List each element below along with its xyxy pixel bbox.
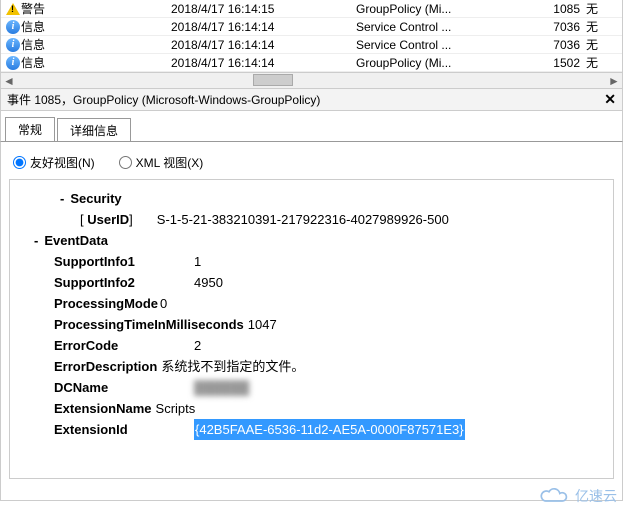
col-date: 2018/4/17 16:14:15 — [171, 2, 356, 16]
extensionid-label: ExtensionId — [54, 419, 194, 440]
col-level: 信息 — [21, 36, 171, 53]
event-list[interactable]: 警告 2018/4/17 16:14:15 GroupPolicy (Mi...… — [0, 0, 623, 73]
errordescription-label: ErrorDescription — [54, 356, 157, 377]
col-task: 无 — [586, 54, 616, 71]
supportinfo2-label: SupportInfo2 — [54, 272, 194, 293]
view-mode-radios: 友好视图(N) XML 视图(X) — [13, 154, 610, 171]
horizontal-scrollbar[interactable]: ◄ ► — [0, 73, 623, 89]
radio-friendly-input[interactable] — [13, 156, 26, 169]
dcname-label: DCName — [54, 377, 194, 398]
processingmode-label: ProcessingMode — [54, 293, 158, 314]
detail-title: 事件 1085，GroupPolicy (Microsoft-Windows-G… — [7, 91, 604, 108]
col-eventid: 1085 — [546, 2, 586, 16]
scroll-track[interactable] — [17, 73, 606, 88]
event-row[interactable]: 警告 2018/4/17 16:14:15 GroupPolicy (Mi...… — [1, 0, 622, 18]
tab-general[interactable]: 常规 — [5, 117, 55, 141]
close-button[interactable]: ✕ — [604, 91, 616, 108]
col-source: GroupPolicy (Mi... — [356, 56, 546, 70]
collapse-icon[interactable]: - — [34, 230, 38, 251]
col-eventid: 1502 — [546, 56, 586, 70]
event-row[interactable]: i 信息 2018/4/17 16:14:14 GroupPolicy (Mi.… — [1, 54, 622, 72]
col-date: 2018/4/17 16:14:14 — [171, 20, 356, 34]
col-task: 无 — [586, 36, 616, 53]
info-icon: i — [5, 56, 21, 70]
errorcode-label: ErrorCode — [54, 335, 194, 356]
col-source: Service Control ... — [356, 38, 546, 52]
col-level: 信息 — [21, 18, 171, 35]
supportinfo1-label: SupportInfo1 — [54, 251, 194, 272]
extensionname-value: Scripts — [156, 398, 196, 419]
detail-body: 友好视图(N) XML 视图(X) - Security [ UserID] S… — [0, 141, 623, 501]
detail-header: 事件 1085，GroupPolicy (Microsoft-Windows-G… — [0, 89, 623, 111]
radio-xml-label: XML 视图(X) — [136, 154, 204, 171]
scroll-thumb[interactable] — [253, 74, 293, 86]
supportinfo1-value: 1 — [194, 251, 201, 272]
event-row[interactable]: i 信息 2018/4/17 16:14:14 Service Control … — [1, 18, 622, 36]
event-row[interactable]: i 信息 2018/4/17 16:14:14 Service Control … — [1, 36, 622, 54]
col-source: GroupPolicy (Mi... — [356, 2, 546, 16]
tab-strip: 常规 详细信息 — [0, 111, 623, 141]
col-date: 2018/4/17 16:14:14 — [171, 38, 356, 52]
warning-icon — [5, 3, 21, 15]
col-eventid: 7036 — [546, 20, 586, 34]
extensionid-value[interactable]: {42B5FAAE-6536-11d2-AE5A-0000F87571E3} — [194, 419, 465, 440]
col-level: 信息 — [21, 54, 171, 71]
col-eventid: 7036 — [546, 38, 586, 52]
radio-xml-input[interactable] — [119, 156, 132, 169]
extensionname-label: ExtensionName — [54, 398, 152, 419]
info-icon: i — [5, 20, 21, 34]
col-level: 警告 — [21, 0, 171, 17]
col-task: 无 — [586, 0, 616, 17]
scroll-left-icon[interactable]: ◄ — [1, 74, 17, 88]
errorcode-value: 2 — [194, 335, 201, 356]
scroll-right-icon[interactable]: ► — [606, 74, 622, 88]
dcname-value: ██████ — [194, 377, 249, 398]
tab-details[interactable]: 详细信息 — [57, 118, 131, 142]
processingtime-value: 1047 — [248, 314, 277, 335]
errordescription-value: 系统找不到指定的文件。 — [161, 356, 304, 377]
info-icon: i — [5, 38, 21, 52]
radio-xml-view[interactable]: XML 视图(X) — [119, 154, 204, 171]
processingtime-label: ProcessingTimeInMilliseconds — [54, 314, 244, 335]
radio-friendly-label: 友好视图(N) — [30, 154, 95, 171]
processingmode-value: 0 — [160, 293, 167, 314]
supportinfo2-value: 4950 — [194, 272, 223, 293]
radio-friendly-view[interactable]: 友好视图(N) — [13, 154, 95, 171]
col-source: Service Control ... — [356, 20, 546, 34]
collapse-icon[interactable]: - — [60, 188, 64, 209]
userid-value: S-1-5-21-383210391-217922316-4027989926-… — [157, 209, 449, 230]
col-task: 无 — [586, 18, 616, 35]
security-header: Security — [70, 188, 121, 209]
userid-label: [ UserID] — [80, 209, 133, 230]
event-detail-content[interactable]: - Security [ UserID] S-1-5-21-383210391-… — [9, 179, 614, 479]
col-date: 2018/4/17 16:14:14 — [171, 56, 356, 70]
eventdata-header: EventData — [44, 230, 108, 251]
